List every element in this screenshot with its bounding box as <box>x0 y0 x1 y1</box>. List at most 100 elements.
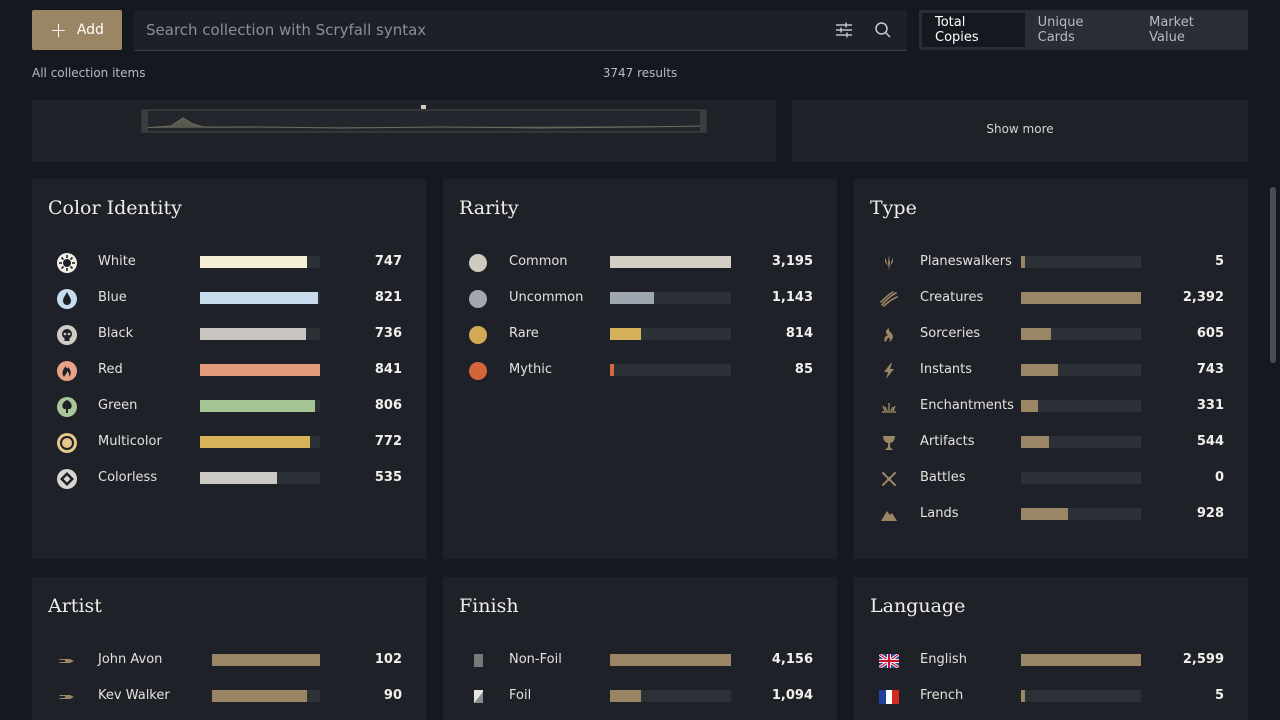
row-label: Non-Foil <box>509 652 562 667</box>
search-icon[interactable] <box>871 18 895 42</box>
panel-title: Color Identity <box>48 197 182 219</box>
rarity-row[interactable]: Mythic 85 <box>443 353 837 389</box>
language-row[interactable]: French 5 <box>854 679 1248 715</box>
row-value: 747 <box>374 254 402 269</box>
finish-row[interactable]: Foil 1,094 <box>443 679 837 715</box>
bar-fill <box>1021 436 1049 448</box>
artist-row[interactable]: Kev Walker 90 <box>32 679 426 715</box>
green-mana-icon <box>56 396 78 418</box>
rarity-row[interactable]: Uncommon 1,143 <box>443 281 837 317</box>
type-panel: Type Planeswalkers 5 Creatures 2,392 Sorceri… <box>854 179 1248 559</box>
search-bar <box>134 10 907 51</box>
type-row[interactable]: Planeswalkers 5 <box>854 245 1248 281</box>
language-row[interactable]: English 2,599 <box>854 643 1248 679</box>
row-label: Foil <box>509 688 532 703</box>
sorcery-icon <box>878 324 900 346</box>
black-mana-icon <box>56 324 78 346</box>
color-identity-row[interactable]: Colorless 535 <box>32 461 426 497</box>
bar-track <box>200 364 320 376</box>
row-label: Black <box>98 326 134 341</box>
row-label: Red <box>98 362 123 377</box>
rarity-row[interactable]: Common 3,195 <box>443 245 837 281</box>
color-identity-row[interactable]: Black 736 <box>32 317 426 353</box>
bar-fill <box>1021 364 1058 376</box>
bar-fill <box>1021 400 1038 412</box>
panel-title: Language <box>870 595 966 617</box>
row-label: Planeswalkers <box>920 254 1012 269</box>
type-row[interactable]: Lands 928 <box>854 497 1248 533</box>
page-scrollbar[interactable] <box>1270 187 1276 363</box>
row-label: English <box>920 652 967 667</box>
row-value: 331 <box>1196 398 1224 413</box>
type-row[interactable]: Sorceries 605 <box>854 317 1248 353</box>
paintbrush-icon <box>56 650 78 672</box>
bar-fill <box>1021 690 1025 702</box>
color-identity-row[interactable]: White 747 <box>32 245 426 281</box>
add-button[interactable]: + Add <box>32 10 122 50</box>
bar-fill <box>1021 292 1141 304</box>
row-value: 841 <box>374 362 402 377</box>
artist-panel: Artist John Avon 102 Kev Walker 90 <box>32 577 426 720</box>
battle-swords-icon <box>878 468 900 490</box>
artist-row[interactable]: John Avon 102 <box>32 643 426 679</box>
color-identity-row[interactable]: Green 806 <box>32 389 426 425</box>
bar-track <box>200 436 320 448</box>
finish-row[interactable]: Non-Foil 4,156 <box>443 643 837 679</box>
row-value: 85 <box>794 362 813 377</box>
collection-scope: All collection items <box>32 66 146 80</box>
type-row[interactable]: Enchantments 331 <box>854 389 1248 425</box>
row-label: Green <box>98 398 138 413</box>
row-value: 2,599 <box>1182 652 1224 667</box>
bar-fill <box>610 690 641 702</box>
type-row[interactable]: Battles 0 <box>854 461 1248 497</box>
toggle-unique-cards[interactable]: Unique Cards <box>1025 13 1136 47</box>
toggle-market-value[interactable]: Market Value <box>1136 13 1245 47</box>
white-mana-icon <box>56 252 78 274</box>
row-label: Lands <box>920 506 959 521</box>
row-label: Artifacts <box>920 434 975 449</box>
row-value: 1,094 <box>771 688 813 703</box>
row-value: 535 <box>374 470 402 485</box>
bar-track <box>1021 436 1141 448</box>
bar-fill <box>212 654 320 666</box>
type-row[interactable]: Instants 743 <box>854 353 1248 389</box>
type-row[interactable]: Artifacts 544 <box>854 425 1248 461</box>
row-label: Creatures <box>920 290 984 305</box>
language-panel: Language English 2,599 French 5 <box>854 577 1248 720</box>
rarity-dot-icon <box>467 324 489 346</box>
rarity-row[interactable]: Rare 814 <box>443 317 837 353</box>
finish-panel: Finish Non-Foil 4,156 Foil 1,094 <box>443 577 837 720</box>
row-value: 1,143 <box>771 290 813 305</box>
search-input[interactable] <box>134 10 814 50</box>
bar-track <box>1021 400 1141 412</box>
color-identity-row[interactable]: Multicolor 772 <box>32 425 426 461</box>
rarity-dot-icon <box>467 252 489 274</box>
color-identity-row[interactable]: Blue 821 <box>32 281 426 317</box>
bar-track <box>1021 690 1141 702</box>
bar-track <box>610 690 731 702</box>
row-label: Enchantments <box>920 398 1014 413</box>
color-identity-row[interactable]: Red 841 <box>32 353 426 389</box>
color-identity-panel: Color Identity White 747 Blue 821 Black 736 Re… <box>32 179 426 559</box>
bar-track <box>610 364 731 376</box>
type-row[interactable]: Creatures 2,392 <box>854 281 1248 317</box>
toggle-total-copies[interactable]: Total Copies <box>922 13 1025 47</box>
row-value: 2,392 <box>1182 290 1224 305</box>
bar-track <box>610 292 731 304</box>
row-label: Instants <box>920 362 973 377</box>
row-value: 102 <box>374 652 402 667</box>
row-label: Battles <box>920 470 966 485</box>
row-value: 544 <box>1196 434 1224 449</box>
timeline-sparkline[interactable] <box>141 104 709 134</box>
row-label: John Avon <box>98 652 163 667</box>
timeline-card <box>32 92 776 162</box>
bar-fill <box>1021 508 1068 520</box>
panel-title: Finish <box>459 595 519 617</box>
row-label: Uncommon <box>509 290 584 305</box>
show-more-link[interactable]: Show more <box>792 122 1248 136</box>
bar-fill <box>610 328 641 340</box>
bar-track <box>200 472 320 484</box>
bar-fill <box>610 256 731 268</box>
bar-fill <box>200 364 320 376</box>
filter-sliders-icon[interactable] <box>832 18 856 42</box>
